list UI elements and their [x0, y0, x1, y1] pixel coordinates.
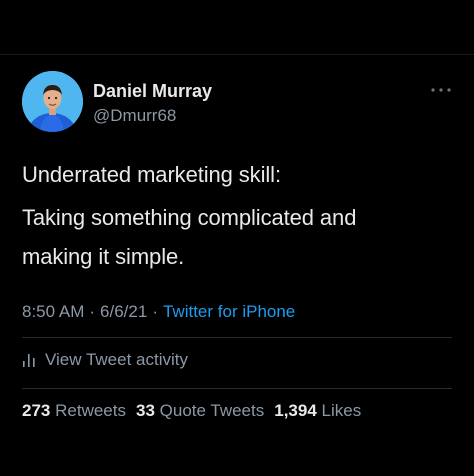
activity-label: View Tweet activity	[45, 350, 188, 369]
tweet-date[interactable]: 6/6/21	[100, 302, 147, 321]
likes-stat[interactable]: 1,394 Likes	[274, 401, 361, 420]
tweet-time[interactable]: 8:50 AM	[22, 302, 84, 321]
retweets-label: Retweets	[55, 401, 126, 420]
tweet-text-line: Taking something complicated and	[22, 205, 357, 230]
quote-tweets-count: 33	[135, 401, 155, 420]
quote-tweets-stat[interactable]: 33 Quote Tweets	[136, 401, 264, 420]
tweet-source-link[interactable]: Twitter for iPhone	[163, 302, 295, 321]
meta-separator: ·	[89, 302, 96, 321]
quote-tweets-label: Quote Tweets	[159, 401, 265, 420]
likes-count: 1,394	[274, 401, 317, 420]
retweets-count: 273	[22, 401, 51, 420]
display-name[interactable]: Daniel Murray	[93, 81, 212, 102]
tweet-text-line: Underrated marketing skill:	[22, 162, 281, 187]
divider	[22, 388, 452, 389]
bar-chart-icon	[23, 354, 35, 367]
view-tweet-activity-link[interactable]: View Tweet activity	[22, 350, 188, 370]
divider	[22, 337, 452, 338]
meta-separator: ·	[152, 302, 158, 321]
top-divider	[0, 54, 474, 55]
profile-photo-icon	[22, 71, 83, 132]
more-options-icon[interactable]	[430, 86, 452, 94]
avatar[interactable]	[22, 71, 83, 132]
tweet-text-line: making it simple.	[22, 244, 185, 269]
engagement-stats: 273 Retweets 33 Quote Tweets 1,394 Likes	[22, 401, 361, 421]
username-handle[interactable]: @Dmurr68	[93, 106, 176, 126]
retweets-stat[interactable]: 273 Retweets	[22, 401, 126, 420]
tweet-card: Daniel Murray @Dmurr68 Underrated market…	[0, 0, 474, 476]
tweet-meta: 8:50 AM · 6/6/21 · Twitter for iPhone	[22, 302, 295, 322]
likes-label: Likes	[321, 401, 362, 420]
